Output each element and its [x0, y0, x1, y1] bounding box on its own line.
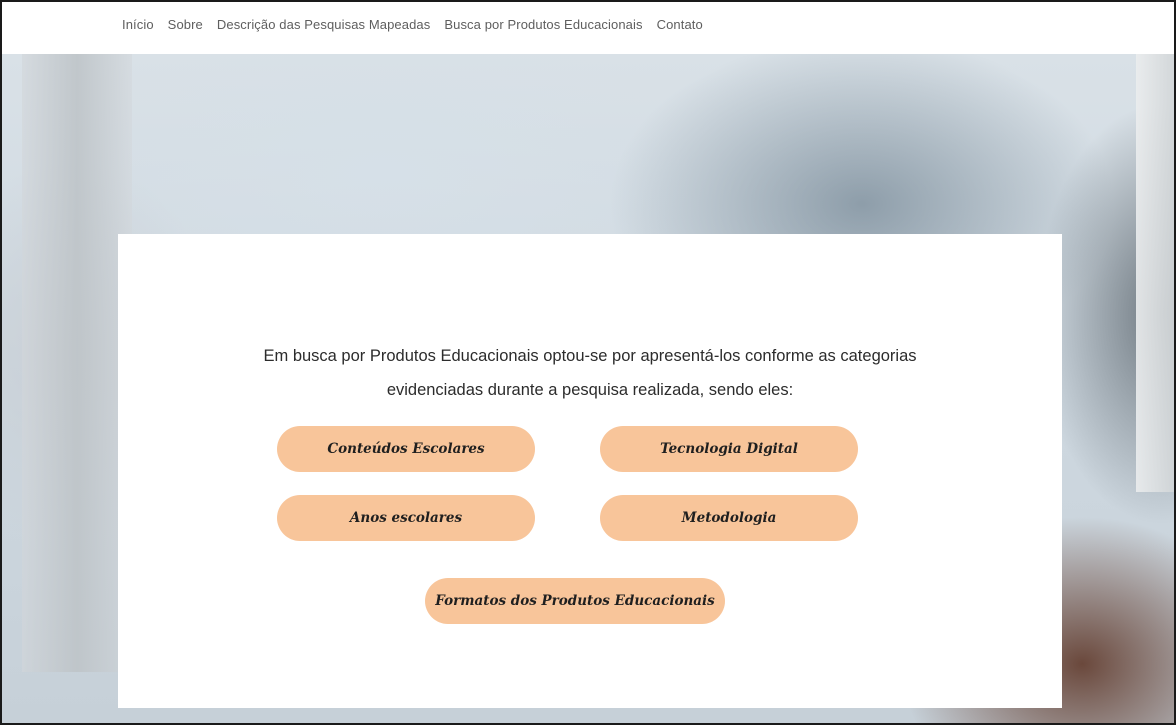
intro-text-line-2: evidenciadas durante a pesquisa realizad…	[386, 380, 794, 399]
page-frame: Início Sobre Descrição das Pesquisas Map…	[0, 0, 1176, 725]
nav-item-busca-produtos[interactable]: Busca por Produtos Educacionais	[444, 17, 642, 32]
nav-item-sobre[interactable]: Sobre	[168, 17, 203, 32]
hero-background-detail-left	[22, 32, 132, 672]
category-button-anos-escolares[interactable]: Anos escolares	[277, 495, 535, 541]
hero-background-detail-right	[1136, 32, 1174, 492]
main-menu: Início Sobre Descrição das Pesquisas Map…	[122, 17, 703, 32]
category-button-metodologia[interactable]: Metodologia	[600, 495, 858, 541]
intro-text: Em busca por Produtos Educacionais optou…	[118, 339, 1062, 407]
nav-item-inicio[interactable]: Início	[122, 17, 154, 32]
top-navigation-bar: Início Sobre Descrição das Pesquisas Map…	[2, 2, 1174, 54]
content-panel: Em busca por Produtos Educacionais optou…	[118, 234, 1062, 708]
category-button-tecnologia-digital[interactable]: Tecnologia Digital	[600, 426, 858, 472]
category-button-conteudos-escolares[interactable]: Conteúdos Escolares	[277, 426, 535, 472]
intro-text-line-1: Em busca por Produtos Educacionais optou…	[263, 346, 917, 365]
nav-item-contato[interactable]: Contato	[657, 17, 703, 32]
category-button-formatos-produtos[interactable]: Formatos dos Produtos Educacionais	[425, 578, 725, 624]
nav-item-descricao-pesquisas[interactable]: Descrição das Pesquisas Mapeadas	[217, 17, 430, 32]
